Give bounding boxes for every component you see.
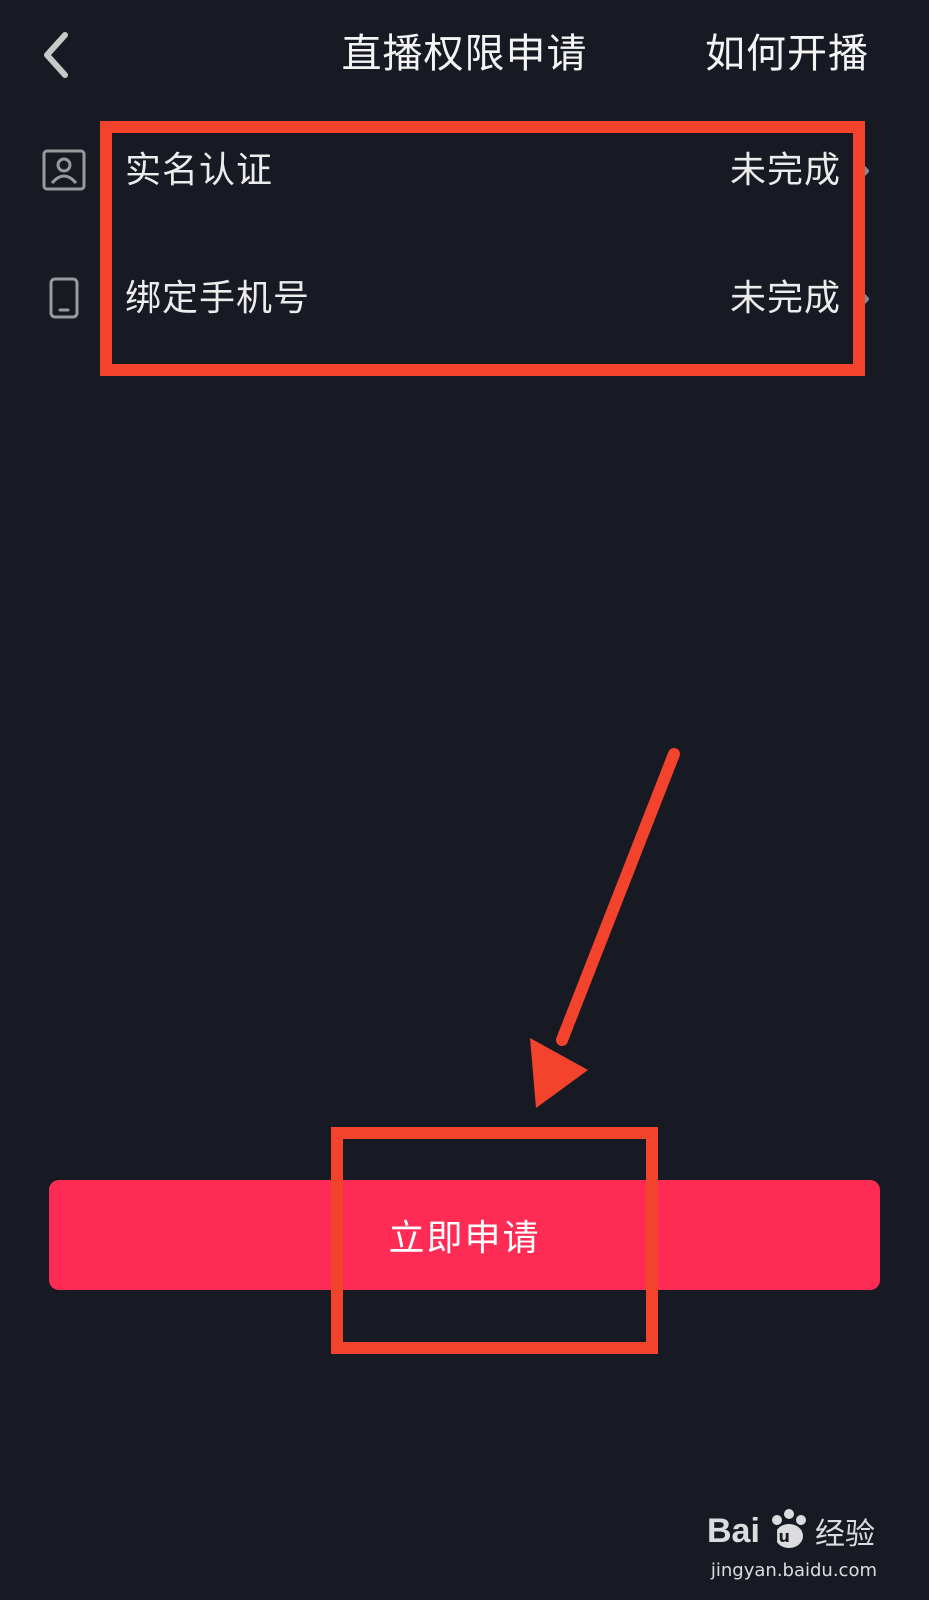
baidu-jingyan-watermark: Bai du 经验 jingyan.baidu.com <box>697 1500 877 1590</box>
svg-text:Bai: Bai <box>707 1512 760 1550</box>
svg-text:du: du <box>767 1527 790 1546</box>
phone-icon <box>40 272 88 324</box>
svg-text:经验: 经验 <box>815 1517 875 1552</box>
apply-button-label: 立即申请 <box>388 1218 541 1259</box>
requirement-row-bind-phone[interactable]: 绑定手机号 未完成 <box>0 244 929 354</box>
apply-now-button[interactable]: 立即申请 <box>49 1180 880 1290</box>
chevron-right-icon <box>853 284 869 314</box>
requirement-label: 绑定手机号 <box>125 278 311 319</box>
annotation-arrow <box>530 748 680 1108</box>
requirement-status: 未完成 <box>729 278 841 319</box>
requirement-label: 实名认证 <box>125 150 274 191</box>
baidu-paw-logo: Bai du 经验 <box>707 1509 875 1552</box>
watermark-url: jingyan.baidu.com <box>710 1560 877 1581</box>
id-card-icon <box>40 144 88 196</box>
chevron-right-icon <box>853 156 869 186</box>
requirement-row-real-name[interactable]: 实名认证 未完成 <box>0 116 929 226</box>
requirement-status: 未完成 <box>729 150 841 191</box>
how-to-stream-link[interactable]: 如何开播 <box>705 24 869 84</box>
